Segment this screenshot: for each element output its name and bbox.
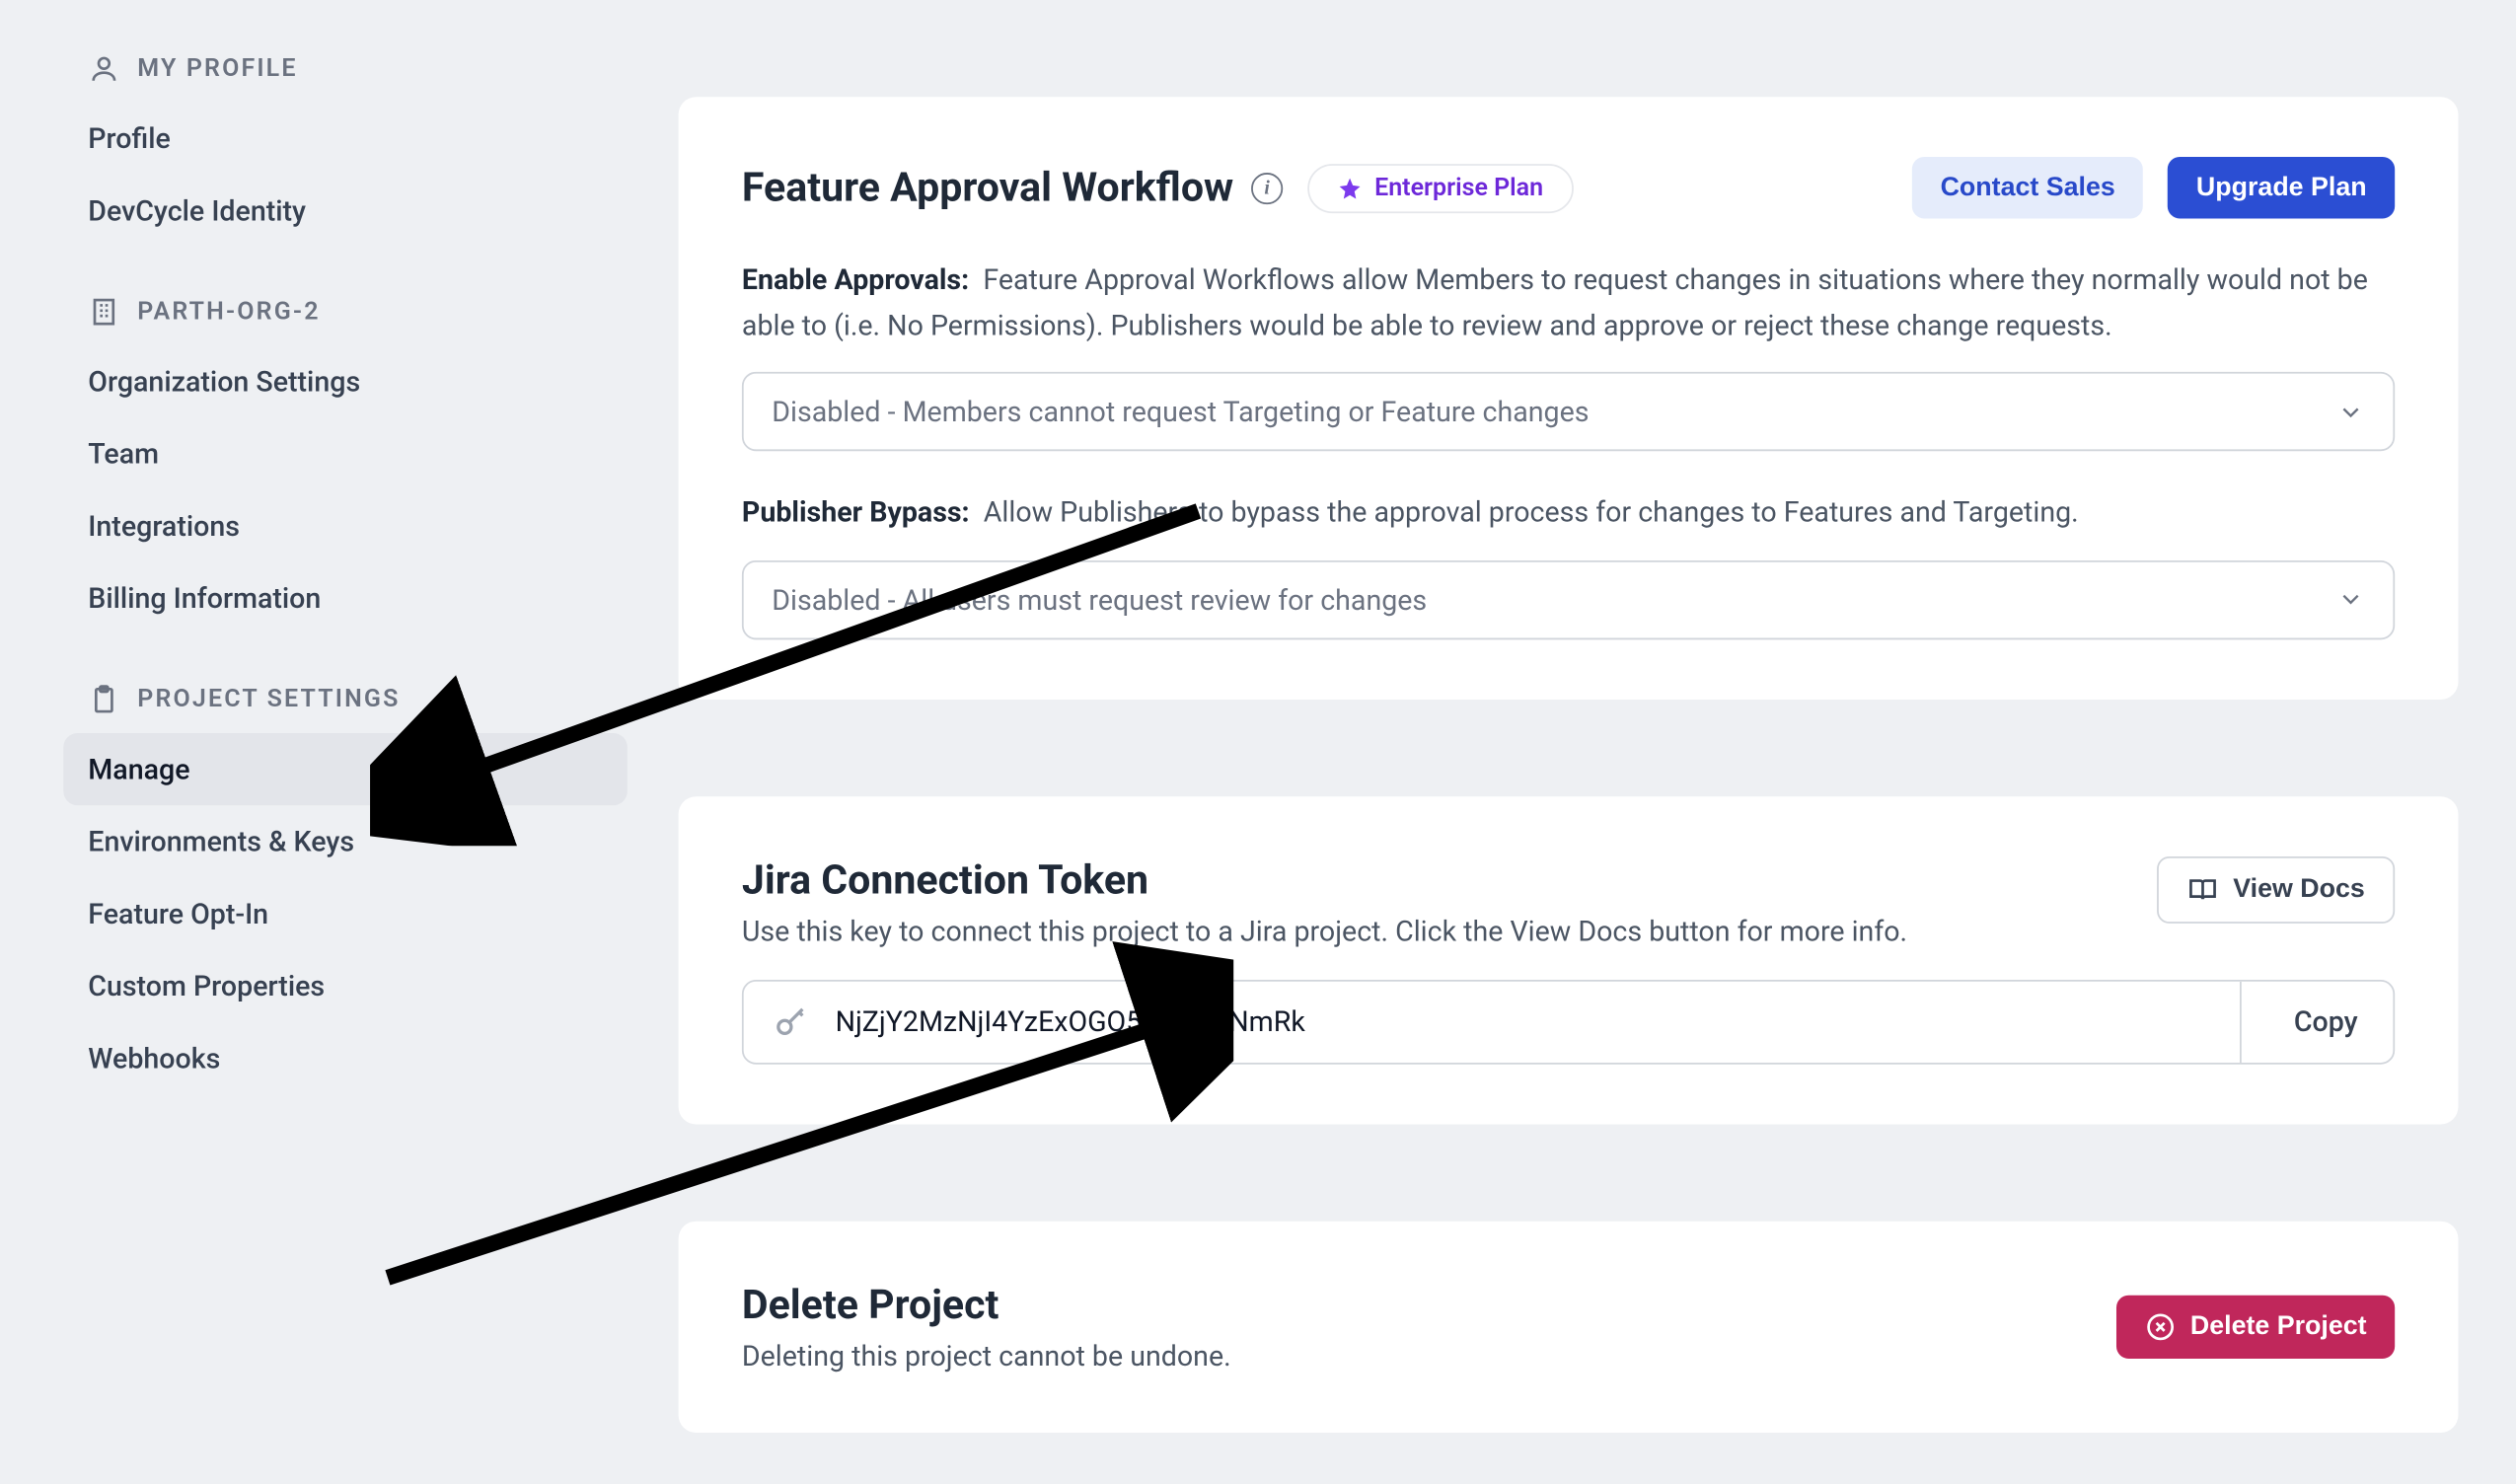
sidebar-item-integrations[interactable]: Integrations xyxy=(63,490,628,562)
enable-approvals-value: Disabled - Members cannot request Target… xyxy=(772,395,1589,428)
view-docs-button[interactable]: View Docs xyxy=(2157,856,2395,924)
copy-token-button[interactable]: Copy xyxy=(2240,981,2394,1062)
publisher-bypass-row: Publisher Bypass: Allow Publishers to by… xyxy=(742,490,2395,536)
approval-title: Feature Approval Workflow i xyxy=(742,164,1283,211)
sidebar-header-org: PARTH-ORG-2 xyxy=(63,296,628,328)
close-circle-icon xyxy=(2144,1310,2176,1342)
upgrade-plan-button[interactable]: Upgrade Plan xyxy=(2168,157,2395,219)
jira-token-field[interactable]: NjZjY2MzNjI4YzExOGQ5 YTMwNmRk xyxy=(744,981,2240,1062)
sidebar-item-org-settings[interactable]: Organization Settings xyxy=(63,345,628,417)
clipboard-icon xyxy=(88,684,119,715)
enable-approvals-label: Enable Approvals: xyxy=(742,262,969,296)
jira-title: Jira Connection Token xyxy=(742,856,1907,904)
enable-approvals-desc: Feature Approval Workflows allow Members… xyxy=(742,262,2368,341)
sidebar-item-feature-optin[interactable]: Feature Opt-In xyxy=(63,877,628,949)
building-icon xyxy=(88,296,119,328)
sidebar-item-custom-properties[interactable]: Custom Properties xyxy=(63,950,628,1022)
delete-desc: Deleting this project cannot be undone. xyxy=(742,1339,1231,1373)
delete-project-card: Delete Project Deleting this project can… xyxy=(679,1221,2459,1432)
publisher-bypass-value: Disabled - All users must request review… xyxy=(772,583,1427,617)
settings-sidebar: MY PROFILE Profile DevCycle Identity PAR… xyxy=(63,0,628,1094)
enable-approvals-row: Enable Approvals: Feature Approval Workf… xyxy=(742,258,2395,347)
sidebar-header-profile: MY PROFILE xyxy=(63,53,628,85)
sidebar-item-environments[interactable]: Environments & Keys xyxy=(63,805,628,877)
contact-sales-button[interactable]: Contact Sales xyxy=(1912,157,2143,219)
sidebar-item-billing[interactable]: Billing Information xyxy=(63,562,628,634)
sidebar-header-project: PROJECT SETTINGS xyxy=(63,684,628,715)
enable-approvals-select[interactable]: Disabled - Members cannot request Target… xyxy=(742,372,2395,451)
sidebar-section-profile: MY PROFILE Profile DevCycle Identity xyxy=(63,53,628,247)
jira-desc: Use this key to connect this project to … xyxy=(742,915,1907,948)
delete-project-button[interactable]: Delete Project xyxy=(2116,1295,2395,1358)
approval-workflow-card: Feature Approval Workflow i Enterprise P… xyxy=(679,97,2459,699)
sidebar-item-devcycle-identity[interactable]: DevCycle Identity xyxy=(63,175,628,247)
jira-token-value: NjZjY2MzNjI4YzExOGQ5 YTMwNmRk xyxy=(836,1005,1305,1039)
book-icon xyxy=(2187,873,2219,905)
sidebar-item-manage[interactable]: Manage xyxy=(63,733,628,805)
sidebar-header-label: MY PROFILE xyxy=(137,54,297,83)
publisher-bypass-label: Publisher Bypass: xyxy=(742,495,970,529)
key-icon xyxy=(772,1002,810,1041)
publisher-bypass-desc: Allow Publishers to bypass the approval … xyxy=(984,495,2079,529)
sidebar-section-project: PROJECT SETTINGS Manage Environments & K… xyxy=(63,684,628,1094)
main-content: Feature Approval Workflow i Enterprise P… xyxy=(679,0,2459,1433)
jira-token-row: NjZjY2MzNjI4YzExOGQ5 YTMwNmRk Copy xyxy=(742,980,2395,1065)
chevron-down-icon xyxy=(2336,585,2365,614)
sidebar-section-org: PARTH-ORG-2 Organization Settings Team I… xyxy=(63,296,628,634)
sidebar-item-profile[interactable]: Profile xyxy=(63,103,628,175)
jira-token-card: Jira Connection Token Use this key to co… xyxy=(679,796,2459,1124)
delete-title: Delete Project xyxy=(742,1281,1231,1328)
sidebar-item-webhooks[interactable]: Webhooks xyxy=(63,1022,628,1094)
sidebar-header-label: PROJECT SETTINGS xyxy=(137,686,400,714)
user-icon xyxy=(88,53,119,85)
info-icon[interactable]: i xyxy=(1251,172,1283,203)
chevron-down-icon xyxy=(2336,398,2365,426)
star-icon xyxy=(1338,176,1363,200)
sidebar-header-label: PARTH-ORG-2 xyxy=(137,298,320,327)
enterprise-badge: Enterprise Plan xyxy=(1307,163,1573,212)
sidebar-item-team[interactable]: Team xyxy=(63,417,628,489)
publisher-bypass-select[interactable]: Disabled - All users must request review… xyxy=(742,560,2395,639)
